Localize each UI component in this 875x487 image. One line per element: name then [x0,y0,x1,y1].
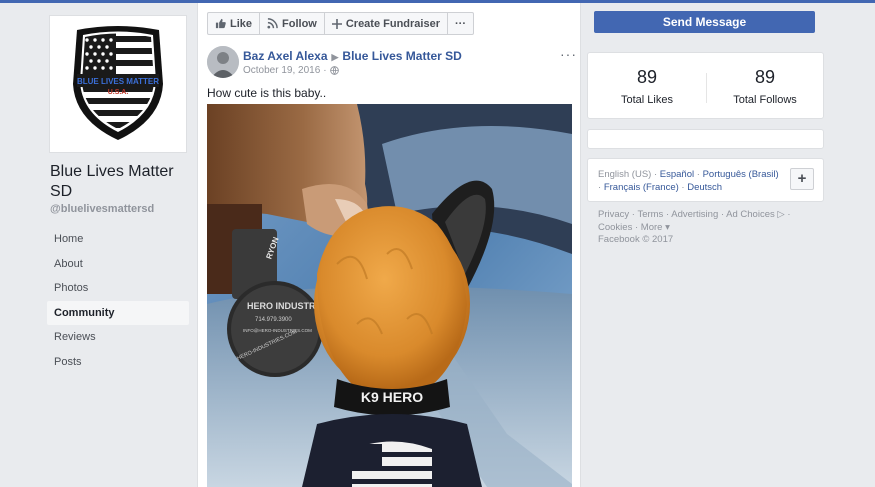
collar-text: K9 HERO [361,389,423,405]
nav-item-reviews[interactable]: Reviews [47,325,189,349]
footer-more-link[interactable]: More [641,222,663,233]
nav-item-community[interactable]: Community [47,300,189,325]
footer-privacy-link[interactable]: Privacy [598,209,629,220]
create-fundraiser-label: Create Fundraiser [345,17,440,30]
blue-lives-matter-shield-logo: BLUE LIVES MATTER U.S.A. [73,26,163,140]
create-fundraiser-button[interactable]: Create Fundraiser [323,12,448,35]
total-follows-count: 89 [754,67,776,87]
page-nav: Home About Photos Community Reviews Post… [47,227,189,374]
total-follows-label: Total Follows [733,94,797,106]
tag-phone-text: 714.979.3900 [255,317,292,323]
page-handle[interactable]: @bluelivesmattersd [50,203,154,215]
footer-adchoices-link[interactable]: Ad Choices [726,209,775,220]
post-text: How cute is this baby.. [207,86,327,100]
post-target-page-link[interactable]: Blue Lives Matter SD [342,49,461,63]
footer-advertising-link[interactable]: Advertising [671,209,718,220]
page-profile-picture[interactable]: BLUE LIVES MATTER U.S.A. [49,15,187,153]
ad-choices-icon: ▷ [774,209,785,220]
page-footer: Privacy · Terms · Advertising · Ad Choic… [598,209,791,245]
total-likes-label: Total Likes [621,94,673,106]
language-link-german[interactable]: Deutsch [687,182,722,193]
thumbs-up-icon [215,18,226,29]
language-selector-box: English (US) · Español · Português (Bras… [587,158,824,202]
plus-icon [331,18,342,29]
triangle-right-icon: ▶ [331,52,339,62]
send-message-button[interactable]: Send Message [594,11,815,33]
chevron-down-icon: ▾ [662,221,670,233]
nav-item-photos[interactable]: Photos [47,276,189,300]
language-link-spanish[interactable]: Español [660,169,694,180]
more-actions-button[interactable]: ··· [447,12,474,35]
page-title[interactable]: Blue Lives Matter SD [50,162,190,202]
post-column: Like Follow Create Fundraiser ··· Baz Ax… [197,3,581,487]
like-label: Like [230,17,253,30]
language-list: English (US) · Español · Português (Bras… [598,169,779,193]
nav-item-posts[interactable]: Posts [47,350,189,374]
current-language: English (US) [598,169,652,180]
globe-icon[interactable] [329,66,339,75]
follow-button[interactable]: Follow [259,12,325,35]
follow-label: Follow [282,17,317,30]
page-stats-box: 89 Total Likes 89 Total Follows [587,52,824,119]
post-photo[interactable]: HERO INDUSTRIES 714.979.3900 INFO@HERO-I… [207,104,572,487]
separator-dot: · [323,65,327,76]
post-author-line: Baz Axel Alexa ▶ Blue Lives Matter SD [243,49,462,63]
post-options-button[interactable]: ··· [560,46,577,62]
post-header: Baz Axel Alexa ▶ Blue Lives Matter SD Octo… [207,46,577,82]
language-link-portuguese[interactable]: Português (Brasil) [703,169,779,180]
more-icon: ··· [455,17,466,30]
footer-cookies-link[interactable]: Cookies [598,222,632,233]
more-languages-button[interactable]: + [790,168,814,190]
footer-copyright: Facebook © 2017 [598,234,674,245]
rss-follow-icon [267,18,278,29]
person-photo-icon [207,46,239,78]
page-action-bar: Like Follow Create Fundraiser ··· [207,12,474,35]
language-link-french[interactable]: Français (France) [604,182,679,193]
total-follows-stat: 89 Total Follows [706,67,824,106]
nav-item-about[interactable]: About [47,252,189,276]
empty-panel [587,129,824,149]
tag-email-text: INFO@HERO-INDUSTRIES.COM [243,328,312,333]
total-likes-stat: 89 Total Likes [588,67,706,106]
post-date[interactable]: October 19, 2016 [243,65,320,76]
post-author-link[interactable]: Baz Axel Alexa [243,49,328,63]
footer-terms-link[interactable]: Terms [637,209,663,220]
logo-subtext: U.S.A. [108,89,129,96]
total-likes-count: 89 [636,67,658,87]
k9-hero-plush-photo: HERO INDUSTRIES 714.979.3900 INFO@HERO-I… [207,104,572,487]
nav-item-home[interactable]: Home [47,227,189,251]
author-avatar[interactable] [207,46,239,78]
like-button[interactable]: Like [207,12,261,35]
logo-text: BLUE LIVES MATTER [77,77,159,86]
post-meta: October 19, 2016 · [243,65,339,76]
